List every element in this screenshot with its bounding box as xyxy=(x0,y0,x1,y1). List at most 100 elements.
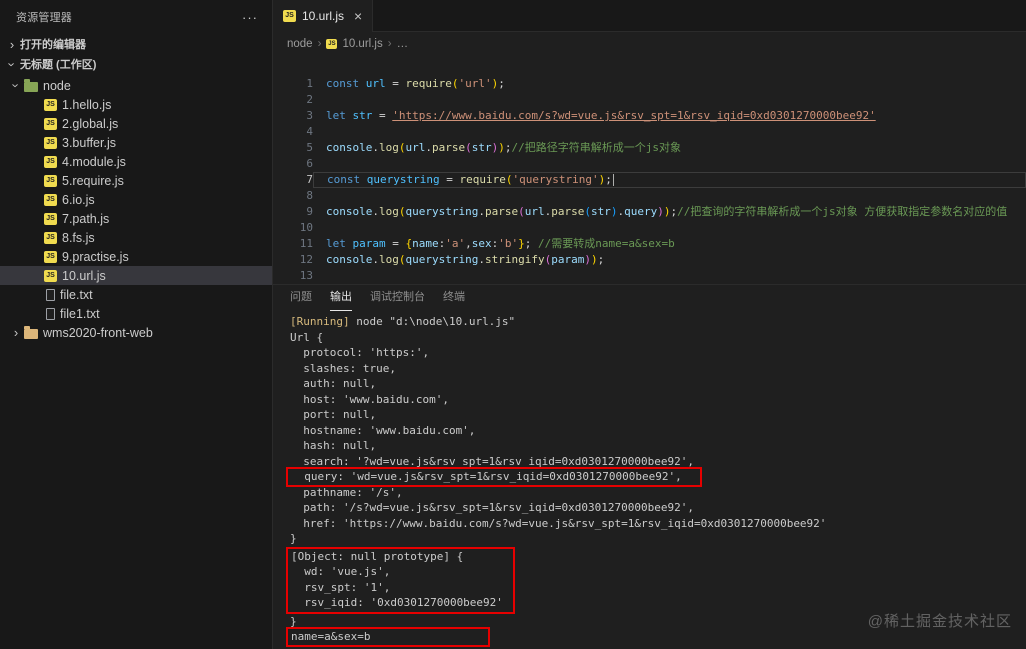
code-editor[interactable]: 1 const url = require('url'); 2 3 let str = … xyxy=(273,56,1026,284)
breadcrumb-item[interactable]: 10.url.js xyxy=(342,38,382,50)
tree-item-label: 6.io.js xyxy=(62,192,95,207)
tree-item-4.module.js[interactable]: JS 4.module.js xyxy=(0,152,272,171)
line-content[interactable] xyxy=(313,124,1026,140)
editor-tabbar: JS 10.url.js × xyxy=(273,0,1026,32)
js-file-icon: JS xyxy=(283,10,296,22)
code-token: ( xyxy=(465,141,472,154)
code-token: querystring xyxy=(405,205,479,218)
tree-item-9.practise.js[interactable]: JS 9.practise.js xyxy=(0,247,272,266)
annotation-box: name=a&sex=b xyxy=(286,627,490,647)
explorer-sidebar: 资源管理器 ··· › 打开的编辑器 › 无标题 (工作区) › node JS 1.… xyxy=(0,0,273,649)
tree-item-label: 4.module.js xyxy=(62,154,126,169)
tree-item-file.txt[interactable]: file.txt xyxy=(0,285,272,304)
code-token: log xyxy=(378,253,399,266)
tree-item-1.hello.js[interactable]: JS 1.hello.js xyxy=(0,95,272,114)
tree-item-node[interactable]: › node xyxy=(0,76,272,95)
panel-tab-输出[interactable]: 输出 xyxy=(330,285,352,311)
workspace-section[interactable]: › 无标题 (工作区) xyxy=(0,54,272,74)
code-token: ( xyxy=(518,205,525,218)
code-token: parse xyxy=(551,205,585,218)
line-content[interactable]: const url = require('url'); xyxy=(313,76,1026,92)
code-token: console xyxy=(326,141,373,154)
output-line: host: 'www.baidu.com', xyxy=(290,392,449,406)
tree-item-5.require.js[interactable]: JS 5.require.js xyxy=(0,171,272,190)
js-file-icon: JS xyxy=(44,269,57,282)
output-line: rsv_spt: '1', xyxy=(291,580,391,594)
tab-10-url-js[interactable]: JS 10.url.js × xyxy=(273,0,374,32)
tree-item-6.io.js[interactable]: JS 6.io.js xyxy=(0,190,272,209)
tree-item-label: 8.fs.js xyxy=(62,230,95,245)
code-line: 3 let str = 'https://www.baidu.com/s?wd=v… xyxy=(273,108,1026,124)
code-line: 2 xyxy=(273,92,1026,108)
panel-tab-调试控制台[interactable]: 调试控制台 xyxy=(370,285,425,311)
code-line: 11 let param = {name:'a',sex:'b'}; //需要转成… xyxy=(273,236,1026,252)
code-token: . xyxy=(372,205,379,218)
tree-item-wms2020-front-web[interactable]: › wms2020-front-web xyxy=(0,323,272,342)
code-line: 9 console.log(querystring.parse(url.parse… xyxy=(273,204,1026,220)
tree-item-7.path.js[interactable]: JS 7.path.js xyxy=(0,209,272,228)
output-line: hash: null, xyxy=(290,439,377,452)
output-line: Url { xyxy=(290,330,324,344)
folder-icon xyxy=(24,325,38,339)
tab-title: 10.url.js xyxy=(302,9,345,23)
more-actions-icon[interactable]: ··· xyxy=(242,10,258,25)
line-content[interactable]: console.log(querystring.stringify(param)… xyxy=(313,252,1026,268)
output-line: hostname: 'www.baidu.com', xyxy=(290,423,476,437)
code-token: require xyxy=(459,173,506,186)
output-line: path: '/s?wd=vue.js&rsv_spt=1&rsv_iqid=0… xyxy=(290,501,694,514)
line-number: 3 xyxy=(306,109,313,122)
code-token: . xyxy=(478,253,485,266)
line-number: 2 xyxy=(306,93,313,106)
line-content[interactable]: let str = 'https://www.baidu.com/s?wd=vu… xyxy=(313,108,1026,124)
code-line: 12 console.log(querystring.stringify(para… xyxy=(273,252,1026,268)
code-token: console xyxy=(326,253,373,266)
tree-item-file1.txt[interactable]: file1.txt xyxy=(0,304,272,323)
tree-item-3.buffer.js[interactable]: JS 3.buffer.js xyxy=(0,133,272,152)
line-content[interactable] xyxy=(313,220,1026,236)
breadcrumb-item[interactable]: node xyxy=(287,38,313,50)
open-editors-section[interactable]: › 打开的编辑器 xyxy=(0,34,272,54)
tree-item-8.fs.js[interactable]: JS 8.fs.js xyxy=(0,228,272,247)
code-line: 1 const url = require('url'); xyxy=(273,76,1026,92)
breadcrumb-item[interactable]: … xyxy=(397,38,409,50)
annotation-box: [Object: null prototype] { wd: 'vue.js',… xyxy=(286,546,515,614)
js-file-icon: JS xyxy=(44,231,57,244)
annotation-box: query: 'wd=vue.js&rsv_spt=1&rsv_iqid=0xd… xyxy=(286,467,702,487)
code-token: console xyxy=(326,205,373,218)
line-content[interactable]: let param = {name:'a',sex:'b'}; //需要转成na… xyxy=(313,236,1026,252)
panel-tab-问题[interactable]: 问题 xyxy=(290,285,312,311)
breadcrumb-separator: › xyxy=(387,38,392,50)
tree-item-2.global.js[interactable]: JS 2.global.js xyxy=(0,114,272,133)
line-content[interactable] xyxy=(313,156,1026,172)
line-content[interactable]: console.log(url.parse(str));//把路径字符串解析成一… xyxy=(313,140,1026,156)
code-token: name xyxy=(412,237,439,250)
panel-tab-终端[interactable]: 终端 xyxy=(443,285,465,311)
code-line: 7 const querystring = require('querystrin… xyxy=(273,172,1026,188)
line-content[interactable] xyxy=(313,268,1026,284)
code-token: ) xyxy=(590,253,598,266)
output-line: slashes: true, xyxy=(290,361,396,375)
line-content[interactable]: console.log(querystring.parse(url.parse(… xyxy=(313,204,1026,220)
line-number: 12 xyxy=(299,253,313,266)
code-token: //把查询的字符串解析成一个js对象 方便获取指定参数名对应的值 xyxy=(677,205,1008,218)
output-console[interactable]: [Running] node "d:\node\10.url.js" Url { … xyxy=(273,311,1026,649)
open-editors-label: 打开的编辑器 xyxy=(20,39,86,51)
code-token: log xyxy=(378,205,399,218)
output-line: name=a&sex=b xyxy=(286,627,1026,647)
close-icon[interactable]: × xyxy=(354,8,362,24)
code-token: let xyxy=(326,109,353,122)
line-content[interactable] xyxy=(313,92,1026,108)
text-file-icon xyxy=(46,307,55,320)
code-token: stringify xyxy=(484,253,545,266)
output-line: [Object: null prototype] { xyxy=(291,549,464,563)
code-line: 5 console.log(url.parse(str));//把路径字符串解析成… xyxy=(273,140,1026,156)
code-token: ; xyxy=(524,237,538,250)
code-token: ; xyxy=(498,77,505,90)
line-content[interactable]: const querystring = require('querystring… xyxy=(313,172,1026,188)
line-content[interactable] xyxy=(313,188,1026,204)
code-token: . xyxy=(372,253,379,266)
code-token: //把路径字符串解析成一个js对象 xyxy=(511,141,681,154)
tree-item-10.url.js[interactable]: JS 10.url.js xyxy=(0,266,272,285)
running-tag: [Running] xyxy=(290,315,357,328)
output-line: pathname: '/s', xyxy=(290,485,403,499)
